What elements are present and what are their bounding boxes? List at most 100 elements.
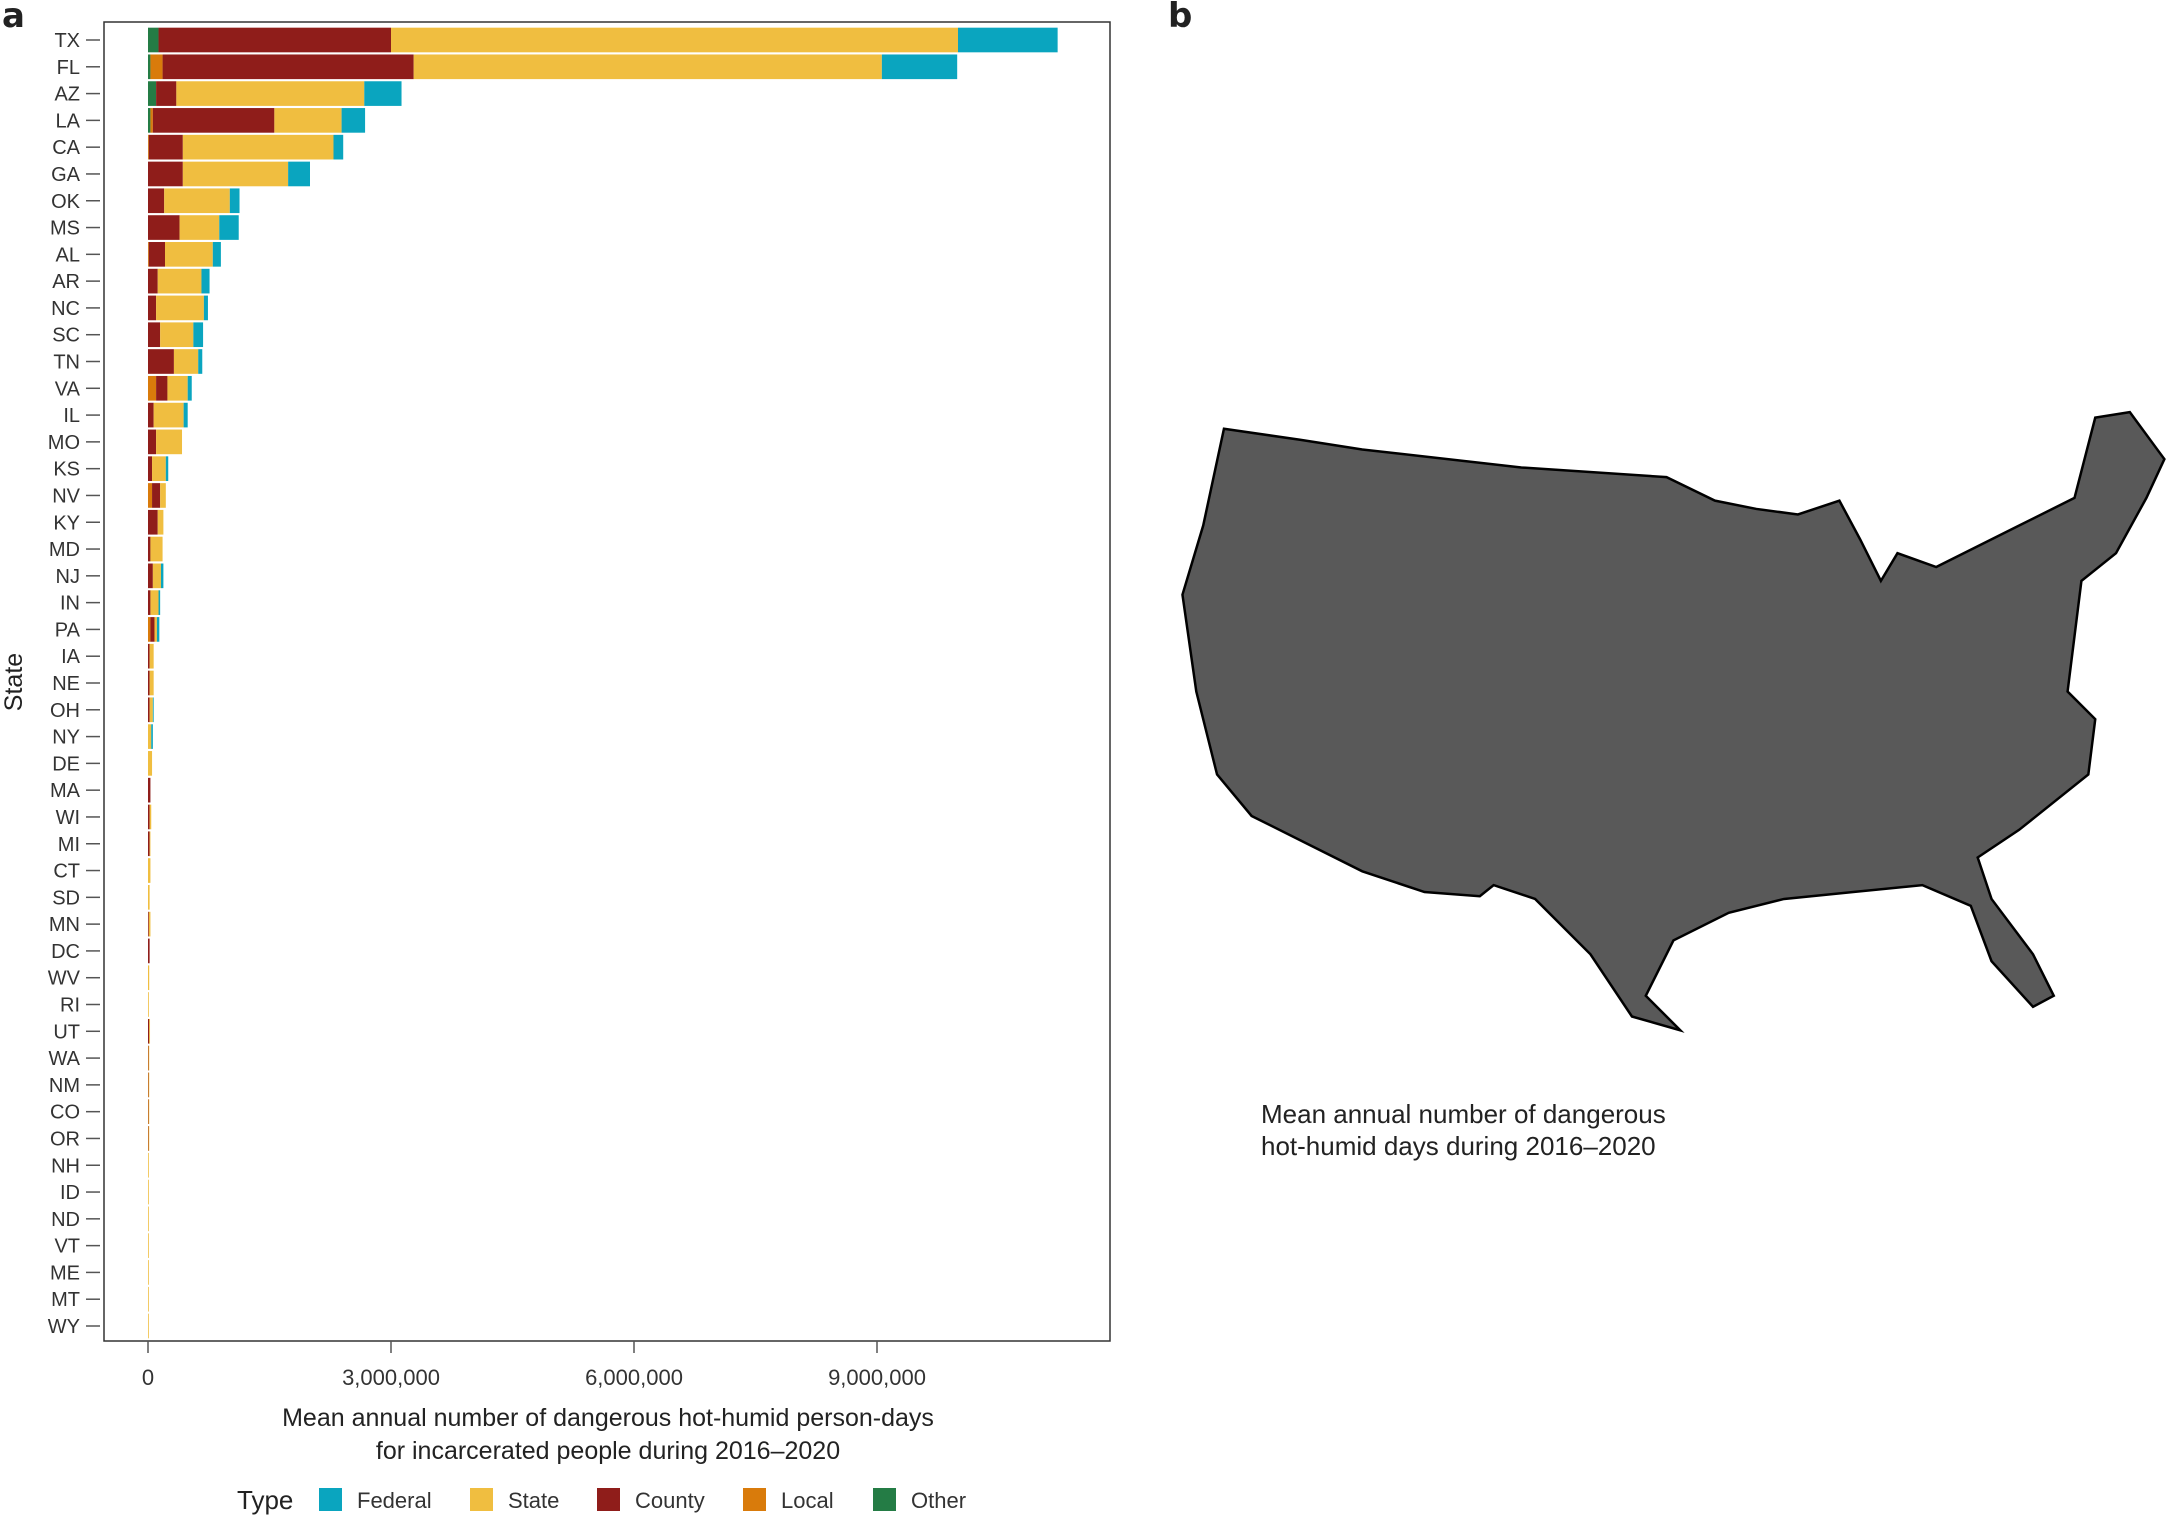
bar-state-GA — [182, 161, 289, 187]
bar-state-IN — [150, 590, 159, 615]
us-land — [1181, 410, 2166, 1033]
bar-other-TX — [148, 27, 159, 53]
y-tick-label: NY — [52, 727, 80, 749]
bar-federal-AR — [201, 268, 210, 294]
legend-label-county: County — [635, 1488, 705, 1513]
colorbar-title: Mean annual number of dangerous hot-humi… — [1261, 1099, 1666, 1161]
bar-state-LA — [274, 108, 342, 133]
bar-state-NV — [160, 483, 166, 508]
y-tick-label: NE — [52, 673, 80, 695]
bar-state-NH — [148, 1152, 149, 1178]
bar-state-NY — [148, 724, 152, 749]
bar-county-LA — [152, 108, 275, 133]
bar-state-FL — [413, 54, 882, 80]
bar-state-WY — [148, 1313, 149, 1339]
x-axis-label: Mean annual number of dangerous hot-humi… — [282, 1404, 934, 1432]
bar-state-MI — [149, 831, 151, 857]
bar-state-WA — [148, 1045, 150, 1071]
legend-swatch-local — [743, 1488, 766, 1511]
y-tick-label: OK — [51, 191, 81, 213]
y-tick-label: NV — [52, 485, 80, 507]
y-axis-label: State — [0, 653, 28, 711]
bar-federal-LA — [341, 108, 366, 133]
bar-federal-TN — [198, 349, 203, 374]
bar-state-WI — [149, 804, 152, 830]
y-tick-label: CO — [50, 1102, 80, 1124]
y-tick-label: SC — [52, 325, 80, 347]
legend-title: Type — [237, 1485, 293, 1515]
bar-state-NJ — [152, 563, 161, 589]
bar-county-AZ — [156, 81, 177, 106]
bar-federal-CA — [333, 134, 344, 160]
y-tick-label: ND — [51, 1209, 80, 1231]
y-tick-label: WI — [56, 807, 80, 829]
bar-state-OR — [148, 1126, 150, 1151]
y-tick-label: MN — [49, 914, 80, 936]
y-tick-label: TX — [54, 30, 80, 52]
bar-state-OK — [164, 188, 230, 214]
stacked-bar-chart: TX FL AZ LA CA GA OK MS AL AR NC SC TN VA IL MO KS NV KY MD… — [0, 21, 1111, 1515]
x-tick-label: 3,000,000 — [342, 1365, 440, 1390]
bar-local-LA — [150, 108, 153, 133]
y-tick-label: VT — [54, 1236, 80, 1258]
bar-county-MA — [148, 777, 151, 803]
bar-federal-SC — [193, 322, 204, 348]
bar-other-LA — [148, 108, 151, 133]
bar-state-CT — [148, 858, 151, 883]
y-tick-label: FL — [57, 57, 80, 79]
y-tick-label: DE — [52, 753, 80, 775]
bar-county-NV — [152, 483, 161, 508]
bar-county-KY — [148, 509, 158, 535]
bar-local-CA — [148, 134, 149, 160]
bar-state-KS — [152, 456, 166, 481]
plot-frame — [103, 21, 1111, 1342]
bar-county-MN — [148, 911, 149, 937]
bar-county-OH — [148, 697, 150, 723]
bar-county-TX — [158, 27, 391, 53]
bar-county-GA — [148, 161, 183, 187]
y-tick-label: CA — [52, 137, 80, 159]
legend-label-federal: Federal — [357, 1488, 432, 1513]
panel-label-b: b — [1168, 0, 1193, 36]
y-tick-label: VA — [55, 378, 81, 400]
bar-federal-IN — [158, 590, 161, 615]
y-tick-label: KY — [53, 512, 80, 534]
x-tick-label: 0 — [142, 1365, 154, 1390]
y-tick-label: MT — [51, 1289, 80, 1311]
y-tick-label: TN — [53, 352, 80, 374]
bar-state-TX — [391, 27, 958, 53]
y-tick-label: AL — [56, 244, 80, 266]
y-tick-label: MO — [48, 432, 80, 454]
bar-local-AL — [148, 242, 149, 267]
bar-county-NC — [148, 295, 157, 321]
bar-state-ME — [148, 1260, 149, 1285]
y-tick-label: OH — [50, 700, 80, 722]
bar-state-MN — [148, 911, 151, 937]
bar-state-MT — [148, 1286, 149, 1312]
bar-county-AL — [148, 242, 166, 267]
legend-swatch-county — [597, 1488, 620, 1511]
bar-federal-IL — [183, 402, 188, 428]
bar-federal-NY — [151, 724, 153, 749]
bar-state-AR — [157, 268, 202, 294]
legend-label-local: Local — [781, 1488, 834, 1513]
bar-local-VA — [148, 375, 157, 401]
legend-label-state: State — [508, 1488, 559, 1513]
bar-state-OH — [149, 697, 153, 723]
bar-county-SC — [148, 322, 161, 348]
y-tick-label: SD — [52, 887, 80, 909]
bar-county-UT — [148, 1018, 150, 1044]
bar-county-IL — [148, 402, 154, 428]
bar-federal-OK — [229, 188, 240, 214]
bar-local-NV — [148, 483, 153, 508]
y-tick-label: MI — [58, 834, 80, 856]
bar-state-RI — [148, 992, 149, 1017]
bar-county-PA — [150, 617, 155, 642]
bar-state-VT — [148, 1233, 149, 1258]
bar-federal-AL — [212, 242, 221, 267]
bar-county-IN — [148, 590, 151, 615]
bar-state-ID — [148, 1179, 149, 1205]
y-tick-label: AZ — [54, 84, 80, 106]
y-tick-label: WA — [49, 1048, 81, 1070]
y-tick-label: IA — [61, 646, 81, 668]
